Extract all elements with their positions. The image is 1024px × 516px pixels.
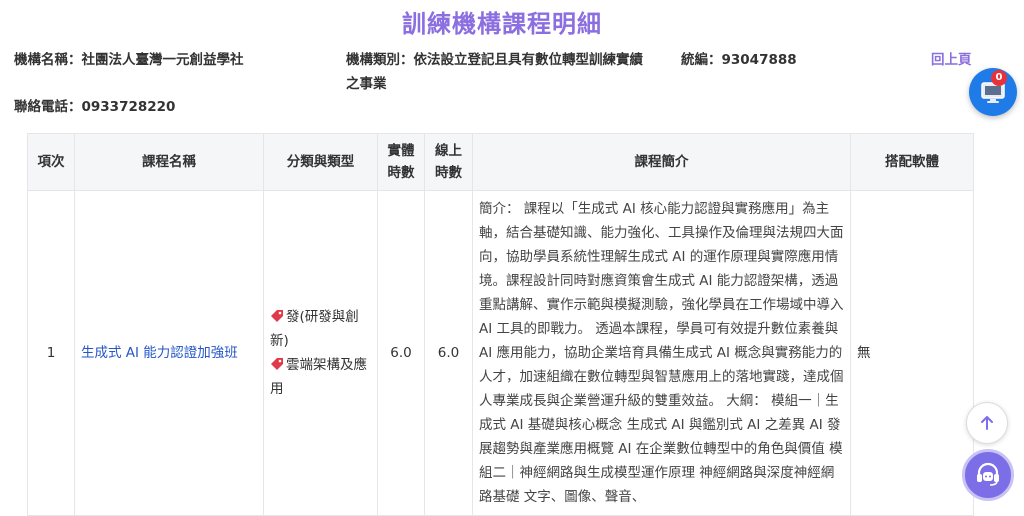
institution-category: 機構類別：依法設立登記且具有數位轉型訓練實績之事業: [346, 52, 643, 92]
header-no: 項次: [27, 133, 75, 191]
table-row: 1 生成式 AI 能力認證加強班 發(研發與創新) 雲端架構及應用 6.0 6.…: [27, 190, 974, 516]
header-physical-hours: 實體時數: [377, 133, 425, 191]
course-table: 項次 課程名稱 分類與類型 實體時數 線上時數 課程簡介 搭配軟體 1 生成式 …: [27, 133, 974, 516]
header-category: 分類與類型: [263, 133, 378, 191]
institution-phone: 聯絡電話：0933728220: [14, 99, 176, 115]
cell-intro: 簡介： 課程以「生成式 AI 核心能力認證與實務應用」為主軸，結合基礎知識、能力…: [472, 190, 851, 516]
header-software: 搭配軟體: [850, 133, 974, 191]
header-intro: 課程簡介: [472, 133, 851, 191]
tag-icon: [271, 310, 283, 322]
page-title: 訓練機構課程明細: [402, 10, 602, 38]
headset-icon: [977, 462, 999, 486]
cell-course-name: 生成式 AI 能力認證加強班: [74, 190, 264, 516]
institution-name: 機構名稱：社團法人臺灣一元創益學社: [14, 52, 244, 68]
arrow-up-icon: [981, 416, 993, 430]
notification-badge: 0: [991, 70, 1007, 86]
cell-physical-hours: 6.0: [377, 190, 425, 516]
course-name-link[interactable]: 生成式 AI 能力認證加強班: [81, 345, 238, 361]
cell-no: 1: [27, 190, 75, 516]
header-course-name: 課程名稱: [74, 133, 264, 191]
cell-online-hours: 6.0: [424, 190, 473, 516]
table-header-row: 項次 課程名稱 分類與類型 實體時數 線上時數 課程簡介 搭配軟體: [27, 133, 974, 191]
tag-icon: [271, 358, 283, 370]
institution-tax-id: 統編：93047888: [681, 52, 797, 68]
header-online-hours: 線上時數: [424, 133, 473, 191]
category-tag: 雲端架構及應用: [270, 353, 371, 401]
back-link[interactable]: 回上頁: [931, 48, 972, 72]
scroll-top-button[interactable]: [966, 402, 1008, 444]
category-tag-label: 雲端架構及應用: [270, 357, 367, 397]
cell-category: 發(研發與創新) 雲端架構及應用: [263, 190, 378, 516]
cell-software: 無: [850, 190, 974, 516]
support-chat-button[interactable]: [962, 449, 1014, 501]
category-tag: 發(研發與創新): [270, 305, 371, 353]
